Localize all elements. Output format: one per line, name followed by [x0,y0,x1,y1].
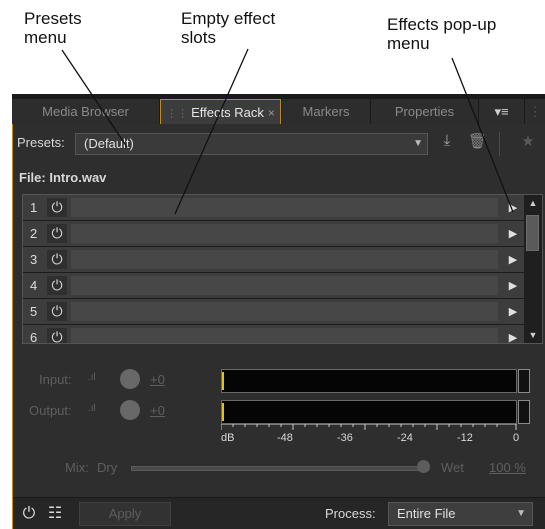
mix-wet-label: Wet [441,460,464,475]
slot-number: 3 [30,252,38,267]
power-icon[interactable]: ⏻ [47,250,67,269]
power-icon[interactable]: ⏻ [47,328,67,343]
effect-slot[interactable]: 4 ⏻ ▶ [23,273,524,299]
panel-body: Presets: (Default) ▼ ⤓ 🗑 ★ File: Intro.w… [12,124,545,529]
scale-label-12: -12 [457,432,473,444]
panel-tab-bar: Media Browser ⋮⋮ Effects Rack × Markers Pr… [12,94,545,124]
power-icon[interactable]: ⏻ [47,198,67,217]
effects-popup-arrow-icon[interactable]: ▶ [502,221,524,247]
effects-popup-arrow-icon[interactable]: ▶ [502,325,524,343]
effect-slot[interactable]: 5 ⏻ ▶ [23,299,524,325]
output-gain-value[interactable]: +0 [150,403,165,418]
presets-label: Presets: [17,135,65,150]
effect-slots-list: 1 ⏻ ▶ 2 ⏻ ▶ 3 ⏻ ▶ 4 ⏻ ▶ 5 ⏻ ▶ 6 ⏻ ▶ ▲ ▼ [22,194,543,344]
output-gain-knob[interactable] [120,400,140,420]
mix-slider-thumb[interactable] [417,460,430,473]
effect-slot[interactable]: 6 ⏻ ▶ [23,325,524,344]
presets-row: Presets: (Default) ▼ ⤓ 🗑 ★ [13,132,543,156]
chevron-down-icon: ▼ [413,138,423,149]
effects-popup-arrow-icon[interactable]: ▶ [502,273,524,299]
input-gain-value[interactable]: +0 [150,372,165,387]
favorite-star-icon[interactable]: ★ [517,132,539,150]
file-name-label: File: Intro.wav [19,170,107,185]
tab-media-browser[interactable]: Media Browser [12,99,160,124]
delete-preset-icon[interactable]: 🗑 [468,132,487,150]
slot-effect-field[interactable] [71,224,498,243]
chevron-down-icon: ▼ [516,508,526,519]
db-scale-ticks [221,424,517,430]
tab-markers[interactable]: Markers [282,99,371,124]
callout-presets-menu: Presets menu [24,9,82,47]
scale-label-48: -48 [277,432,293,444]
panel-menu-icon[interactable]: ▾≡ [479,99,525,124]
list-view-icon[interactable]: ☷ [43,503,67,525]
slot-effect-field[interactable] [71,250,498,269]
output-meter-peak [222,403,224,421]
tab-effects-rack[interactable]: ⋮⋮ Effects Rack × [160,99,281,124]
callout-effects-popup-menu: Effects pop-up menu [387,15,497,53]
power-icon[interactable]: ⏻ [47,302,67,321]
scale-label-24: -24 [397,432,413,444]
slot-number: 6 [30,330,38,344]
overflow-tab[interactable]: ⋮ [525,99,545,124]
scale-label-db: dB [221,432,235,444]
divider [499,132,500,156]
input-clip-indicator[interactable] [518,369,530,393]
scale-label-0: 0 [513,432,520,444]
slot-effect-field[interactable] [71,276,498,295]
mix-dry-label: Dry [97,460,118,475]
scrollbar-thumb[interactable] [526,215,539,251]
input-level-meter [221,369,530,393]
tab-grip-icon: ⋮⋮ [166,108,189,120]
effect-slot[interactable]: 1 ⏻ ▶ [23,195,524,221]
power-icon[interactable]: ⏻ [47,276,67,295]
power-icon[interactable]: ⏻ [47,224,67,243]
slot-effect-field[interactable] [71,302,498,321]
tab-close-icon[interactable]: × [268,106,275,120]
slot-effect-field[interactable] [71,198,498,217]
apply-button[interactable]: Apply [79,502,171,526]
slot-number: 5 [30,304,38,319]
mix-slider-track[interactable] [131,466,429,471]
effect-slot[interactable]: 3 ⏻ ▶ [23,247,524,273]
save-preset-icon[interactable]: ⤓ [437,132,457,149]
effects-popup-arrow-icon[interactable]: ▶ [502,247,524,273]
process-label: Process: [325,506,376,521]
output-fader-icon: .ıl [88,403,96,414]
scroll-up-icon[interactable]: ▲ [524,195,542,211]
scale-label-36: -36 [337,432,353,444]
effects-popup-arrow-icon[interactable]: ▶ [502,299,524,325]
effects-rack-panel: Media Browser ⋮⋮ Effects Rack × Markers Pr… [12,94,545,529]
mix-label: Mix: [65,460,89,475]
effects-popup-arrow-icon[interactable]: ▶ [502,195,524,221]
process-dropdown[interactable]: Entire File ▼ [388,502,533,526]
output-label: Output: [29,403,72,418]
mix-percent-value[interactable]: 100 % [489,460,526,475]
output-clip-indicator[interactable] [518,400,530,424]
output-level-meter [221,400,530,424]
callout-empty-effect-slots: Empty effect slots [181,9,276,47]
slot-number: 2 [30,226,38,241]
slots-scrollbar[interactable]: ▲ ▼ [524,195,542,343]
slot-effect-field[interactable] [71,328,498,343]
input-meter-peak [222,372,224,390]
tab-properties[interactable]: Properties [371,99,479,124]
input-fader-icon: .ıl [88,372,96,383]
input-gain-knob[interactable] [120,369,140,389]
slot-number: 4 [30,278,38,293]
master-power-icon[interactable]: ⏻ [19,503,39,525]
slot-number: 1 [30,200,38,215]
bottom-toolbar: ⏻ ☷ Apply Process: Entire File ▼ [13,497,545,529]
input-label: Input: [39,372,72,387]
effect-slot[interactable]: 2 ⏻ ▶ [23,221,524,247]
presets-dropdown[interactable]: (Default) ▼ [75,133,428,155]
scroll-down-icon[interactable]: ▼ [524,327,542,343]
